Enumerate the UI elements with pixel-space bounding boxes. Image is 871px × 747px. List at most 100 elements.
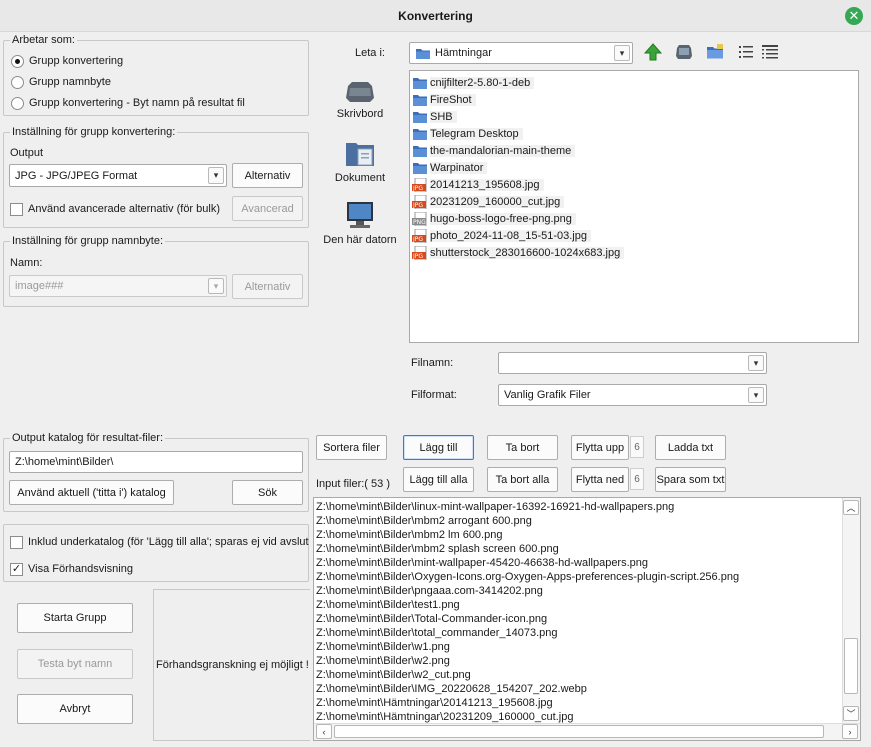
filename-input[interactable]: ▾	[498, 352, 767, 374]
details-view-icon[interactable]	[760, 42, 780, 62]
start-group-button[interactable]: Starta Grupp	[17, 603, 133, 633]
radio-button[interactable]	[11, 54, 24, 68]
fileformat-select[interactable]: Vanlig Grafik Filer ▾	[498, 384, 767, 406]
show-preview-checkbox[interactable]: ✓	[10, 562, 23, 576]
search-dir-button[interactable]: Sök	[232, 480, 303, 505]
svg-text:JPG: JPG	[412, 202, 423, 209]
convert-options-button[interactable]: Alternativ	[232, 163, 303, 188]
list-item[interactable]: Z:\home\mint\Bilder\w2.png	[314, 654, 860, 668]
svg-text:JPG: JPG	[412, 253, 423, 260]
list-item[interactable]: Z:\home\mint\Hämtningar\20231209_160000_…	[314, 710, 860, 724]
scrollbar-thumb[interactable]	[844, 638, 858, 694]
radio-button[interactable]	[11, 75, 24, 89]
place-documents[interactable]: Dokument	[318, 140, 402, 184]
file-item[interactable]: Warpinator	[410, 159, 858, 176]
add-button[interactable]: Lägg till	[403, 435, 474, 460]
use-current-dir-button[interactable]: Använd aktuell ('titta i') katalog	[9, 480, 174, 505]
list-item[interactable]: Z:\home\mint\Bilder\w2_cut.png	[314, 668, 860, 682]
list-item[interactable]: Z:\home\mint\Bilder\mint-wallpaper-45420…	[314, 556, 860, 570]
chevron-down-icon[interactable]: ▾	[748, 387, 764, 403]
close-icon[interactable]: ✕	[845, 7, 863, 25]
list-item[interactable]: Z:\home\mint\Hämtningar\20141213_195608.…	[314, 696, 860, 710]
mode-option-convert[interactable]: Grupp konvertering	[11, 53, 123, 69]
list-view-icon[interactable]	[736, 42, 756, 62]
move-down-button[interactable]: Flytta ned	[571, 467, 629, 492]
chevron-down-icon[interactable]: ▾	[208, 278, 224, 294]
include-subdir-checkbox[interactable]	[10, 535, 23, 549]
include-subdir-row[interactable]: Inklud underkatalog (för 'Lägg till alla…	[10, 534, 309, 550]
folder-icon	[413, 77, 427, 89]
place-label: Dokument	[334, 172, 386, 184]
scrollbar-thumb[interactable]	[334, 725, 824, 738]
list-item[interactable]: Z:\home\mint\Bilder\linux-mint-wallpaper…	[314, 500, 860, 514]
list-item[interactable]: Z:\home\mint\Bilder\Oxygen-Icons.org-Oxy…	[314, 570, 860, 584]
file-browser-list[interactable]: cnijfilter2-5.80-1-deb FireShot SHB Tele…	[409, 70, 859, 343]
chevron-down-icon[interactable]: ﹀	[843, 706, 859, 721]
file-item[interactable]: Telegram Desktop	[410, 125, 858, 142]
list-item[interactable]: Z:\home\mint\Bilder\pngaaa.com-3414202.p…	[314, 584, 860, 598]
move-up-button[interactable]: Flytta upp	[571, 435, 629, 460]
desktop-icon	[344, 80, 376, 104]
file-item[interactable]: PNG hugo-boss-logo-free-png.png	[410, 210, 858, 227]
include-subdir-label: Inklud underkatalog (för 'Lägg till alla…	[28, 536, 309, 548]
chevron-down-icon[interactable]: ▾	[208, 167, 224, 184]
rename-options-button[interactable]: Alternativ	[232, 274, 303, 299]
file-item[interactable]: JPG 20231209_160000_cut.jpg	[410, 193, 858, 210]
file-item[interactable]: cnijfilter2-5.80-1-deb	[410, 74, 858, 91]
folder-icon	[413, 111, 427, 123]
input-files-list[interactable]: Z:\home\mint\Bilder\linux-mint-wallpaper…	[313, 497, 861, 741]
svg-text:PNG: PNG	[413, 219, 426, 226]
file-item[interactable]: SHB	[410, 108, 858, 125]
look-in-select[interactable]: Hämtningar ▾	[409, 42, 633, 64]
file-item[interactable]: JPG 20141213_195608.jpg	[410, 176, 858, 193]
name-label: Namn:	[10, 257, 43, 269]
show-preview-row[interactable]: ✓ Visa Förhandsvisning	[10, 561, 133, 577]
list-item[interactable]: Z:\home\mint\Bilder\total_commander_1407…	[314, 626, 860, 640]
list-item[interactable]: Z:\home\mint\Bilder\mbm2 arrogant 600.pn…	[314, 514, 860, 528]
desktop-icon[interactable]	[674, 42, 694, 62]
cancel-button[interactable]: Avbryt	[17, 694, 133, 724]
name-pattern-select[interactable]: image### ▾	[9, 275, 227, 297]
advanced-checkbox-label: Använd avancerade alternativ (för bulk)	[28, 203, 220, 215]
load-txt-button[interactable]: Ladda txt	[655, 435, 726, 460]
radio-button[interactable]	[11, 96, 24, 110]
new-folder-icon[interactable]	[705, 42, 725, 62]
list-item[interactable]: Z:\home\mint\Bilder\Total-Commander-icon…	[314, 612, 860, 626]
sort-files-button[interactable]: Sortera filer	[316, 435, 387, 460]
remove-button[interactable]: Ta bort	[487, 435, 558, 460]
file-item[interactable]: JPG photo_2024-11-08_15-51-03.jpg	[410, 227, 858, 244]
format-select[interactable]: JPG - JPG/JPEG Format ▾	[9, 164, 227, 187]
chevron-down-icon[interactable]: ▾	[614, 45, 630, 61]
file-item[interactable]: JPG shutterstock_283016600-1024x683.jpg	[410, 244, 858, 261]
mode-option-convert-rename[interactable]: Grupp konvertering - Byt namn på resulta…	[11, 95, 245, 111]
list-item[interactable]: Z:\home\mint\Bilder\w1.png	[314, 640, 860, 654]
advanced-checkbox[interactable]	[10, 202, 23, 216]
place-label: Den här datorn	[323, 234, 397, 246]
move-up-step[interactable]: 6	[630, 436, 644, 458]
file-name: Telegram Desktop	[430, 127, 523, 140]
test-rename-button[interactable]: Testa byt namn	[17, 649, 133, 679]
list-item[interactable]: Z:\home\mint\Bilder\IMG_20220628_154207_…	[314, 682, 860, 696]
horizontal-scrollbar[interactable]: ‹ ›	[314, 723, 860, 740]
vertical-scrollbar[interactable]: ︿ ﹀	[842, 498, 860, 723]
save-txt-button[interactable]: Spara som txt	[655, 467, 726, 492]
chevron-up-icon[interactable]: ︿	[843, 500, 859, 515]
chevron-right-icon[interactable]: ›	[842, 724, 858, 739]
place-desktop[interactable]: Skrivbord	[318, 80, 402, 120]
output-dir-input[interactable]: Z:\home\mint\Bilder\	[9, 451, 303, 473]
list-item[interactable]: Z:\home\mint\Bilder\mbm2 splash screen 6…	[314, 542, 860, 556]
move-down-step[interactable]: 6	[630, 468, 644, 490]
chevron-left-icon[interactable]: ‹	[316, 724, 332, 739]
place-computer[interactable]: Den här datorn	[318, 200, 402, 246]
file-item[interactable]: the-mandalorian-main-theme	[410, 142, 858, 159]
advanced-checkbox-row[interactable]: Använd avancerade alternativ (för bulk)	[10, 201, 220, 217]
chevron-down-icon[interactable]: ▾	[748, 355, 764, 371]
file-item[interactable]: FireShot	[410, 91, 858, 108]
mode-option-rename[interactable]: Grupp namnbyte	[11, 74, 111, 90]
add-all-button[interactable]: Lägg till alla	[403, 467, 474, 492]
advanced-button[interactable]: Avancerad	[232, 196, 303, 221]
up-folder-icon[interactable]	[643, 42, 663, 62]
remove-all-button[interactable]: Ta bort alla	[487, 467, 558, 492]
list-item[interactable]: Z:\home\mint\Bilder\test1.png	[314, 598, 860, 612]
list-item[interactable]: Z:\home\mint\Bilder\mbm2 lm 600.png	[314, 528, 860, 542]
